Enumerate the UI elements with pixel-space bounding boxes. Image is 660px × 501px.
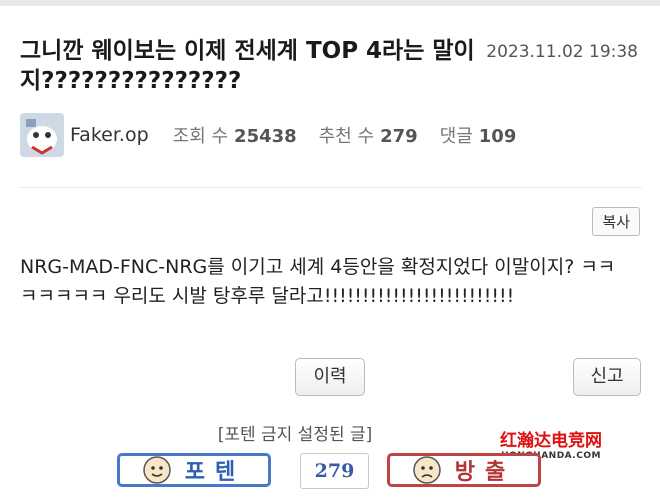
thumbs-up-icon bbox=[143, 456, 171, 484]
views-count: 25438 bbox=[234, 126, 297, 147]
recommend-stat: 추천 수 279 bbox=[319, 122, 418, 148]
views-stat: 조회 수 25438 bbox=[173, 122, 297, 148]
watermark-line1: 红瀚达电竞网 bbox=[500, 431, 602, 451]
copy-button[interactable]: 복사 bbox=[592, 207, 640, 236]
vote-count: 279 bbox=[300, 453, 369, 489]
upvote-button[interactable]: 포텐 bbox=[117, 453, 271, 487]
post-title: 그니깐 웨이보는 이제 전세계 TOP 4라는 말이지?????????????… bbox=[20, 38, 475, 94]
history-button[interactable]: 이력 bbox=[295, 358, 365, 396]
report-button[interactable]: 신고 bbox=[573, 358, 641, 396]
views-label: 조회 수 bbox=[172, 126, 229, 147]
author-row: Faker.op 조회 수 25438 추천 수 279 댓글 109 bbox=[20, 113, 538, 157]
post-body: NRG-MAD-FNC-NRG를 이기고 세계 4등안을 확정지었다 이말이지?… bbox=[20, 256, 616, 307]
recommend-count: 279 bbox=[380, 126, 418, 147]
avatar[interactable] bbox=[20, 113, 64, 157]
comments-stat[interactable]: 댓글 109 bbox=[440, 122, 517, 148]
comments-count: 109 bbox=[478, 126, 517, 147]
comments-label: 댓글 bbox=[439, 126, 473, 147]
thumbs-down-icon bbox=[413, 456, 441, 484]
downvote-label: 방출 bbox=[454, 460, 516, 485]
upvote-label: 포텐 bbox=[184, 460, 246, 485]
recommend-label: 추천 수 bbox=[318, 126, 375, 147]
author-name[interactable]: Faker.op bbox=[70, 124, 149, 146]
top-rule bbox=[0, 0, 660, 6]
downvote-button[interactable]: 방출 bbox=[387, 453, 541, 487]
post-date: 2023.11.02 19:38 bbox=[486, 42, 638, 62]
divider bbox=[18, 187, 642, 188]
